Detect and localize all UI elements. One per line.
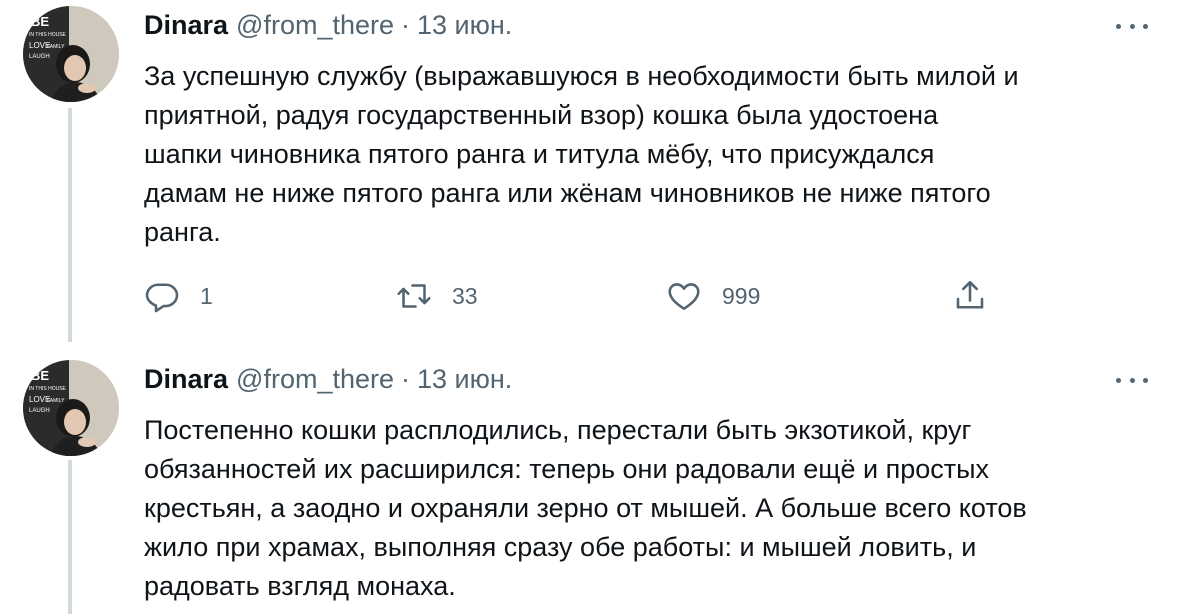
author-name[interactable]: Dinara bbox=[144, 364, 228, 395]
poster-text-be: BE bbox=[31, 14, 49, 29]
author-handle[interactable]: @from_there bbox=[236, 364, 394, 395]
heart-icon bbox=[668, 283, 700, 311]
avatar-photo: BE IN THIS HOUSE LOVE FAMILY LAUGH bbox=[23, 360, 119, 456]
retweet-icon bbox=[397, 284, 431, 308]
share-icon bbox=[956, 280, 984, 309]
more-dot bbox=[1129, 23, 1135, 29]
poster-text-family: FAMILY bbox=[47, 398, 65, 404]
poster-text-house: IN THIS HOUSE bbox=[29, 32, 67, 38]
thread-connector-line bbox=[68, 108, 72, 342]
avatar[interactable]: BE IN THIS HOUSE LOVE FAMILY LAUGH bbox=[23, 6, 119, 102]
tweet-date[interactable]: 13 июн. bbox=[417, 364, 512, 395]
tweet-actions: 1 33 999 bbox=[144, 276, 1004, 316]
tweet-text-line: жило при храмах, выполняя сразу обе рабо… bbox=[144, 532, 977, 562]
reply-count: 1 bbox=[200, 282, 213, 309]
tweet-header: Dinara @from_there · 13 июн. bbox=[144, 364, 512, 398]
share-button[interactable] bbox=[952, 276, 988, 316]
author-name[interactable]: Dinara bbox=[144, 10, 228, 41]
author-handle[interactable]: @from_there bbox=[236, 10, 394, 41]
poster-text-laugh: LAUGH bbox=[29, 54, 50, 60]
retweet-count: 33 bbox=[452, 282, 478, 309]
tweet-text-line: За успешную службу (выражавшуюся в необх… bbox=[144, 61, 1019, 91]
retweet-button[interactable]: 33 bbox=[396, 276, 478, 316]
more-horizontal-icon[interactable] bbox=[1116, 370, 1148, 390]
tweet-text-line: крестьян, а заодно и охраняли зерно от м… bbox=[144, 493, 1027, 523]
header-separator: · bbox=[401, 364, 411, 394]
tweet-text: За успешную службу (выражавшуюся в необх… bbox=[144, 57, 1154, 252]
tweet[interactable]: BE IN THIS HOUSE LOVE FAMILY LAUGH Dinar… bbox=[0, 0, 1180, 342]
reply-icon bbox=[145, 283, 179, 313]
more-horizontal-icon[interactable] bbox=[1116, 16, 1148, 36]
avatar[interactable]: BE IN THIS HOUSE LOVE FAMILY LAUGH bbox=[23, 360, 119, 456]
more-dot bbox=[1129, 377, 1135, 383]
tweet-text-line: обязанностей их расширился: теперь они р… bbox=[144, 454, 990, 484]
tweet-text-line: приятной, радуя государственный взор) ко… bbox=[144, 100, 939, 130]
thread-connector-line bbox=[68, 460, 72, 614]
poster-text-be: BE bbox=[31, 368, 49, 383]
tweet-date[interactable]: 13 июн. bbox=[417, 10, 512, 41]
more-dot bbox=[1116, 377, 1121, 383]
more-dot bbox=[1143, 377, 1148, 383]
avatar-photo: BE IN THIS HOUSE LOVE FAMILY LAUGH bbox=[23, 6, 119, 102]
poster-text-house: IN THIS HOUSE bbox=[29, 386, 67, 392]
tweet[interactable]: BE IN THIS HOUSE LOVE FAMILY LAUGH Dinar… bbox=[0, 342, 1180, 614]
tweet-text-line: дамам не ниже пятого ранга или жёнам чин… bbox=[144, 178, 991, 208]
tweet-text-line: Постепенно кошки расплодились, перестали… bbox=[144, 415, 972, 445]
tweet-text-line: радовать взгляд монаха. bbox=[144, 571, 456, 601]
more-dot bbox=[1143, 23, 1148, 29]
poster-text-family: FAMILY bbox=[47, 44, 65, 50]
like-button[interactable]: 999 bbox=[666, 276, 760, 316]
reply-button[interactable]: 1 bbox=[144, 276, 213, 316]
tweet-text-line: ранга. bbox=[144, 217, 221, 247]
poster-text-laugh: LAUGH bbox=[29, 408, 50, 414]
tweet-header: Dinara @from_there · 13 июн. bbox=[144, 10, 512, 44]
tweet-text-line: шапки чиновника пятого ранга и титула мё… bbox=[144, 139, 935, 169]
more-dot bbox=[1116, 23, 1121, 29]
like-count: 999 bbox=[722, 282, 761, 309]
tweet-text: Постепенно кошки расплодились, перестали… bbox=[144, 411, 1154, 606]
header-separator: · bbox=[401, 10, 411, 40]
